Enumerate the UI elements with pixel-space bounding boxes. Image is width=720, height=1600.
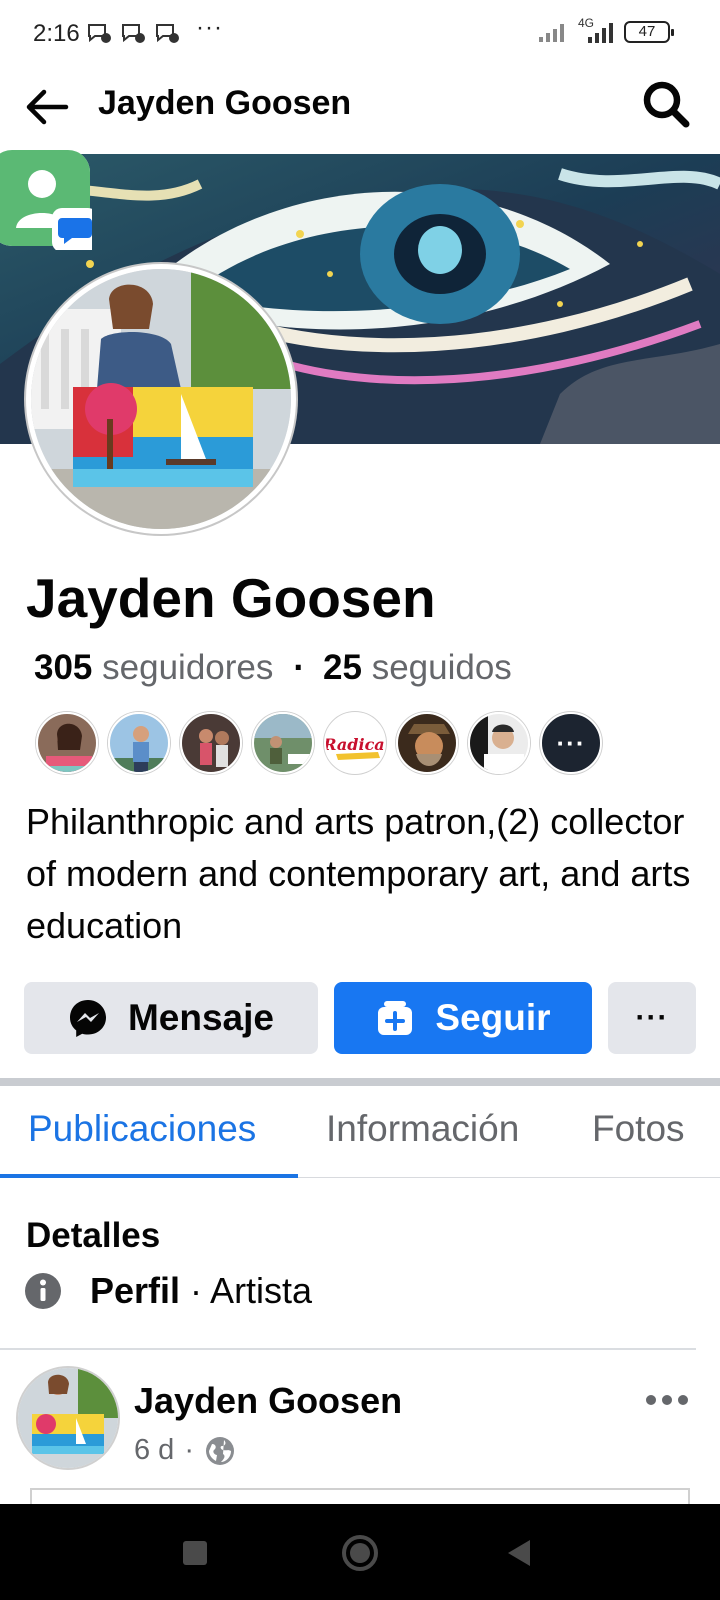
details-title: Detalles xyxy=(26,1216,161,1255)
signal-4g-icon xyxy=(588,23,613,43)
post-options-icon[interactable] xyxy=(644,1390,690,1410)
details-profile-type: · Artista xyxy=(190,1270,313,1311)
followers-count: 305 xyxy=(34,648,93,687)
search-icon[interactable] xyxy=(638,76,694,132)
post-time[interactable]: 6 d xyxy=(134,1434,174,1467)
notification-icons xyxy=(86,22,180,44)
follower-avatar[interactable] xyxy=(396,712,458,774)
follower-avatar[interactable] xyxy=(468,712,530,774)
following-count: 25 xyxy=(323,648,362,687)
post-meta-separator: · xyxy=(184,1434,194,1466)
following-label: seguidos xyxy=(371,648,512,687)
follower-avatar[interactable]: Radical xyxy=(324,712,386,774)
public-globe-icon xyxy=(206,1436,234,1465)
svg-text:Radical: Radical xyxy=(326,735,386,754)
contact-app-icon[interactable] xyxy=(0,150,92,250)
tab-publicaciones[interactable]: Publicaciones xyxy=(28,1108,256,1150)
follow-button-label: Seguir xyxy=(435,997,551,1038)
signal-icon xyxy=(539,24,564,42)
more-followers-button[interactable]: ··· xyxy=(540,712,602,774)
post-author-avatar[interactable] xyxy=(16,1366,120,1470)
back-arrow-icon[interactable] xyxy=(22,82,72,132)
status-time: 2:16 xyxy=(33,20,80,47)
home-icon[interactable] xyxy=(339,1532,381,1574)
back-nav-icon[interactable] xyxy=(498,1532,540,1574)
details-profile-label: Perfil xyxy=(90,1270,181,1311)
follow-counts: 305 seguidores · 25 seguidos xyxy=(34,648,512,688)
section-divider xyxy=(0,1078,720,1086)
followers-link[interactable]: 305 seguidores xyxy=(34,648,273,688)
battery-icon: 47 xyxy=(624,21,674,43)
more-options-icon: ··· xyxy=(635,1001,669,1034)
profile-picture[interactable] xyxy=(26,264,296,534)
more-followers-icon: ··· xyxy=(556,727,586,758)
follow-add-icon xyxy=(378,1001,413,1035)
message-button-label: Mensaje xyxy=(127,997,274,1038)
profile-photo-image xyxy=(31,269,291,529)
status-more-icon: ··· xyxy=(196,14,223,41)
follower-avatar[interactable] xyxy=(180,712,242,774)
app-header: Jayden Goosen xyxy=(0,70,720,154)
chat-notification-icon xyxy=(88,24,111,43)
more-options-button[interactable]: ··· xyxy=(608,982,696,1054)
chat-notification-icon xyxy=(156,24,179,43)
recent-apps-icon[interactable] xyxy=(174,1532,216,1574)
active-tab-indicator xyxy=(0,1174,298,1178)
counts-separator: · xyxy=(293,648,306,687)
following-link[interactable]: 25 seguidos xyxy=(323,648,512,688)
follower-avatars: Radical ··· xyxy=(36,712,602,774)
post-author-name[interactable]: Jayden Goosen xyxy=(134,1380,402,1422)
follow-button[interactable]: Seguir xyxy=(334,982,592,1054)
radical-logo: Radical xyxy=(326,714,386,772)
info-icon xyxy=(25,1273,61,1309)
status-bar: 2:16 ··· 4G 47 xyxy=(0,0,720,70)
details-divider xyxy=(0,1348,696,1350)
system-nav-bar xyxy=(0,1504,720,1600)
followers-label: seguidores xyxy=(102,648,274,687)
status-indicators: 4G 47 xyxy=(538,16,674,44)
tab-fotos[interactable]: Fotos xyxy=(592,1108,685,1150)
post-meta: 6 d · xyxy=(134,1434,236,1467)
message-button[interactable]: Mensaje xyxy=(24,982,318,1054)
follower-avatar[interactable] xyxy=(108,712,170,774)
follower-avatar[interactable] xyxy=(252,712,314,774)
profile-name: Jayden Goosen xyxy=(26,567,436,629)
profile-tabs: Publicaciones Información Fotos xyxy=(0,1086,720,1178)
network-signal: 4G xyxy=(576,16,618,44)
header-title: Jayden Goosen xyxy=(98,84,352,122)
details-profile-row: Perfil · Artista xyxy=(24,1270,312,1312)
chat-notification-icon xyxy=(122,24,145,43)
profile-bio: Philanthropic and arts patron,(2) collec… xyxy=(26,801,691,946)
tab-informacion[interactable]: Información xyxy=(326,1108,519,1150)
follower-avatar[interactable] xyxy=(36,712,98,774)
messenger-icon xyxy=(69,1000,106,1037)
